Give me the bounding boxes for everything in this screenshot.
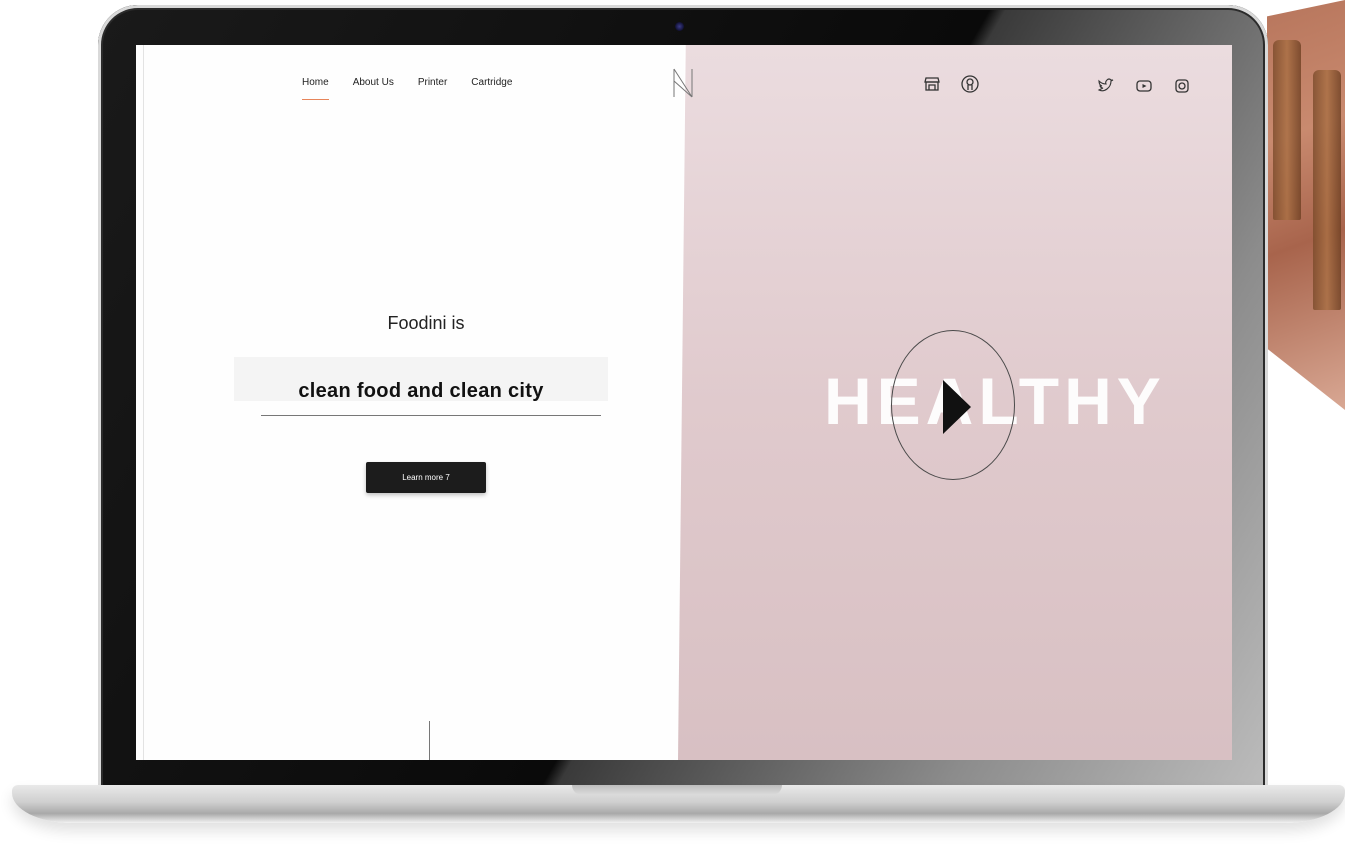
divider [143, 45, 144, 760]
hero-headline: clean food and clean city [298, 380, 544, 402]
instagram-icon[interactable] [1172, 76, 1192, 96]
laptop-base [12, 785, 1345, 823]
shop-icons [922, 74, 980, 94]
laptop-notch [572, 785, 782, 795]
account-icon[interactable] [960, 74, 980, 94]
social-icons [1096, 76, 1192, 96]
nav-item-printer[interactable]: Printer [418, 77, 447, 88]
main-nav: Home About Us Printer Cartridge [302, 77, 512, 100]
hero-kicker: Foodini is [387, 313, 465, 333]
scroll-indicator [429, 721, 430, 760]
store-icon[interactable] [922, 74, 942, 94]
play-icon[interactable] [943, 380, 971, 434]
learn-more-button[interactable]: Learn more 7 [366, 462, 486, 493]
youtube-icon[interactable] [1134, 76, 1154, 96]
headline-underline [261, 415, 601, 416]
camera-icon [675, 22, 684, 31]
twitter-icon[interactable] [1096, 76, 1116, 96]
website-screen: Home About Us Printer Cartridge Foodini … [136, 45, 1232, 760]
nav-item-cartridge[interactable]: Cartridge [471, 77, 512, 88]
n-monogram-logo[interactable] [672, 67, 694, 99]
nav-item-home[interactable]: Home [302, 77, 329, 100]
nav-item-about-us[interactable]: About Us [353, 77, 394, 88]
